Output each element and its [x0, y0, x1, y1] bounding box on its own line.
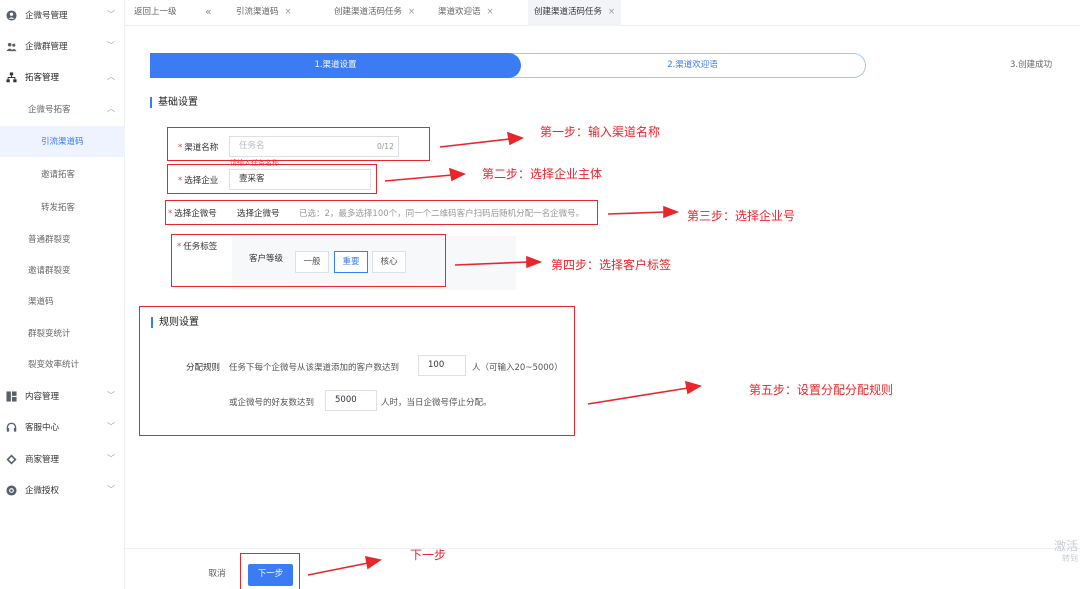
tab-label: 渠道欢迎语	[438, 7, 481, 17]
sidebar-item-label: 引流渠道码	[41, 137, 84, 147]
sidebar-item-service-center[interactable]: 客服中心 ﹀	[0, 412, 125, 443]
chevron-down-icon: ﹀	[107, 391, 115, 400]
step-progress: 1.渠道设置 2.渠道欢迎语 3.创建成功	[150, 53, 1080, 78]
tab-create-channel-task[interactable]: 创建渠道活码任务 ×	[334, 0, 415, 26]
annotation-arrows	[307, 131, 703, 576]
annotation-step3: 第三步：选择企业号	[687, 209, 796, 223]
sidebar: 企微号管理 ﹀ 企微群管理 ﹀ 拓客管理 ︿ 企微号拓客 ︿ 引流渠道码 邀请拓…	[0, 0, 125, 589]
chevron-down-icon: ﹀	[107, 454, 115, 463]
grid-icon	[6, 391, 17, 402]
annotation-box-rules	[139, 306, 575, 436]
close-icon[interactable]: ×	[608, 7, 615, 17]
chevron-up-icon: ︿	[107, 104, 115, 113]
sidebar-item-wecom-authorization[interactable]: 企微授权 ﹀	[0, 475, 125, 506]
sidebar-item-wecom-groups[interactable]: 企微群管理 ﹀	[0, 31, 125, 62]
close-icon[interactable]: ×	[487, 7, 494, 17]
double-chevron-left-icon[interactable]: «	[205, 0, 212, 26]
back-link[interactable]: 返回上一级	[134, 0, 177, 26]
tab-label: 引流渠道码	[236, 7, 279, 17]
diamond-icon	[6, 454, 17, 465]
annotation-next: 下一步	[410, 548, 447, 562]
close-icon[interactable]: ×	[285, 7, 292, 17]
sidebar-item-label: 邀请拓客	[41, 170, 76, 180]
chevron-down-icon: ﹀	[107, 10, 115, 19]
sidebar-item-label: 转发拓客	[41, 203, 76, 213]
sidebar-item-acquisition[interactable]: 拓客管理 ︿	[0, 62, 125, 93]
chevron-down-icon: ﹀	[107, 41, 115, 50]
annotation-step2: 第二步：选择企业主体	[482, 167, 603, 181]
annotation-box-channel-name	[167, 127, 430, 161]
sidebar-item-label: 企微号管理	[25, 11, 68, 21]
close-icon[interactable]: ×	[408, 7, 415, 17]
sidebar-item-invite-group-fission[interactable]: 邀请群裂变	[0, 255, 125, 286]
sidebar-item-wecom-accounts[interactable]: 企微号管理 ﹀	[0, 0, 125, 31]
sidebar-item-group-fission[interactable]: 普通群裂变	[0, 224, 125, 255]
sidebar-item-channel-code[interactable]: 渠道码	[0, 286, 125, 317]
cancel-button[interactable]: 取消	[199, 564, 235, 586]
sidebar-item-invite-acquisition[interactable]: 邀请拓客	[0, 159, 125, 190]
annotation-step4: 第四步：选择客户标签	[551, 258, 672, 272]
sidebar-item-fission-stats[interactable]: 群裂变统计	[0, 318, 125, 349]
step-created: 3.创建成功	[1010, 60, 1053, 70]
sidebar-item-label: 客服中心	[25, 423, 60, 433]
group-icon	[6, 42, 17, 52]
user-circle-icon	[6, 10, 17, 21]
headset-icon	[6, 422, 17, 432]
activation-watermark: 激活	[1053, 539, 1078, 553]
tab-create-channel-task-active[interactable]: 创建渠道活码任务 ×	[528, 0, 622, 26]
section-title-basic: 基础设置	[150, 97, 198, 108]
sidebar-item-label: 群裂变统计	[28, 329, 71, 339]
sidebar-item-label: 企微号拓客	[28, 105, 71, 115]
hierarchy-icon	[6, 72, 17, 83]
annotation-step5: 第五步：设置分配分配规则	[749, 383, 894, 397]
tab-channel-welcome[interactable]: 渠道欢迎语 ×	[438, 0, 494, 26]
chevron-down-icon: ﹀	[107, 422, 115, 431]
sidebar-item-label: 邀请群裂变	[28, 266, 71, 276]
annotation-box-wecom-account	[165, 200, 598, 225]
at-icon	[6, 485, 17, 496]
annotation-box-task-tag	[171, 234, 446, 287]
tab-traffic-channel-code[interactable]: 引流渠道码 ×	[236, 0, 292, 26]
annotation-box-next	[240, 553, 300, 589]
sidebar-item-forward-acquisition[interactable]: 转发拓客	[0, 192, 125, 223]
tab-label: 创建渠道活码任务	[534, 7, 603, 17]
sidebar-item-label: 企微授权	[25, 486, 60, 496]
sidebar-item-fission-efficiency[interactable]: 裂变效率统计	[0, 349, 125, 380]
annotation-box-company	[167, 164, 377, 194]
sidebar-item-wecom-acquisition[interactable]: 企微号拓客 ︿	[0, 94, 125, 125]
step-channel-settings: 1.渠道设置	[150, 53, 521, 78]
sidebar-item-traffic-channel-code[interactable]: 引流渠道码	[0, 126, 125, 157]
sidebar-item-label: 商家管理	[25, 455, 60, 465]
activation-watermark-sub: 转到	[1062, 554, 1078, 563]
chevron-down-icon: ﹀	[107, 485, 115, 494]
sidebar-item-label: 裂变效率统计	[28, 360, 80, 370]
annotation-step1: 第一步：输入渠道名称	[540, 125, 661, 139]
sidebar-item-label: 渠道码	[28, 297, 54, 307]
sidebar-item-label: 拓客管理	[25, 73, 60, 83]
chevron-up-icon: ︿	[107, 72, 115, 81]
sidebar-item-label: 普通群裂变	[28, 235, 71, 245]
sidebar-item-label: 企微群管理	[25, 42, 68, 52]
sidebar-item-label: 内容管理	[25, 392, 60, 402]
tab-label: 创建渠道活码任务	[334, 7, 403, 17]
sidebar-item-content[interactable]: 内容管理 ﹀	[0, 381, 125, 412]
step-channel-welcome: 2.渠道欢迎语	[490, 53, 866, 78]
sidebar-item-merchants[interactable]: 商家管理 ﹀	[0, 444, 125, 475]
